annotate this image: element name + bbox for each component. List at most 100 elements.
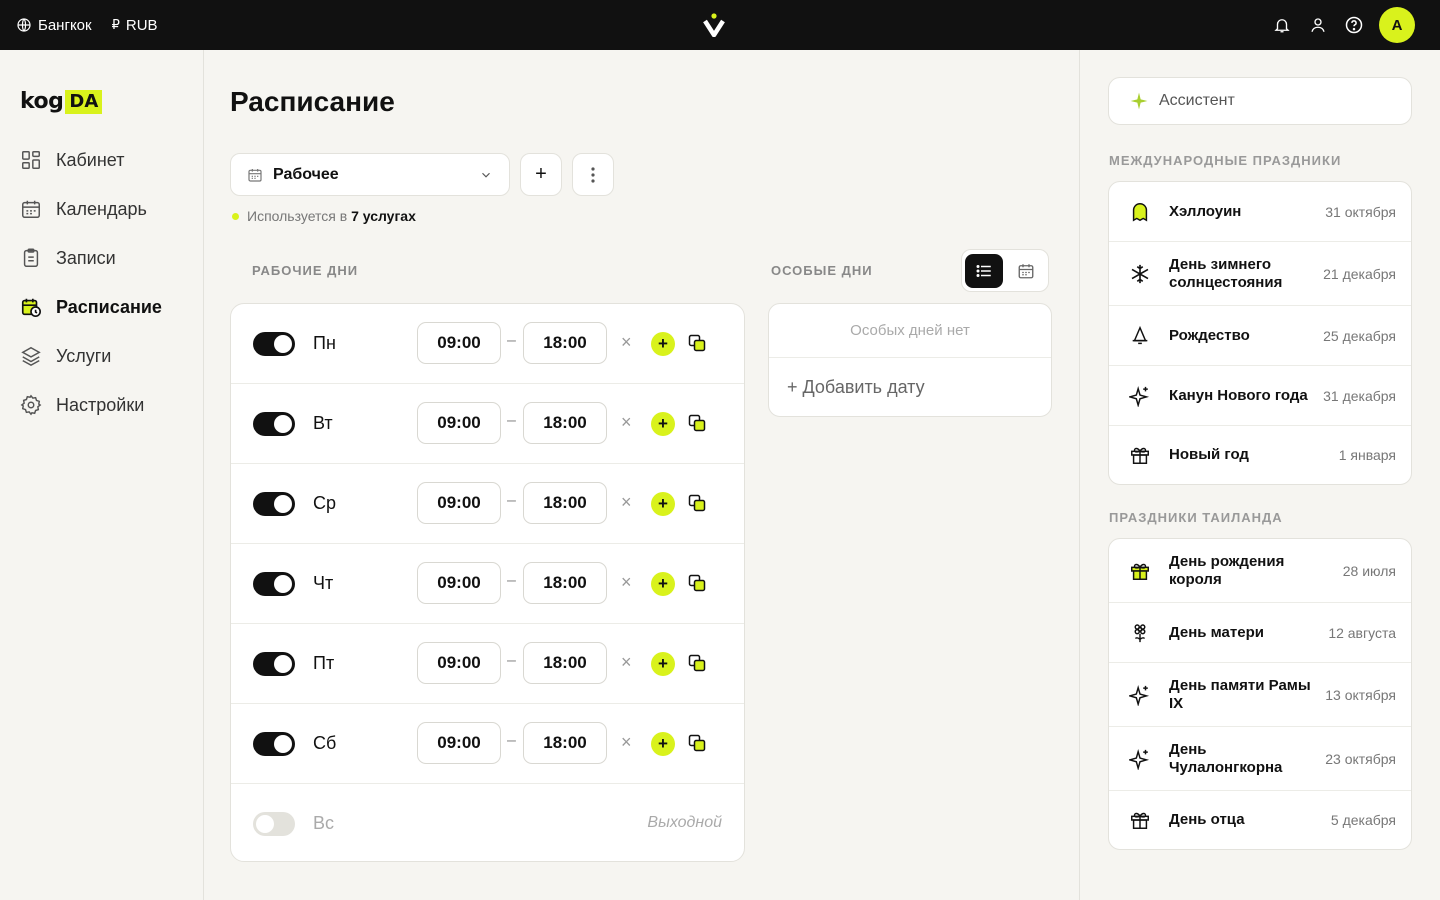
end-time-input[interactable]: 18:00 bbox=[523, 482, 607, 524]
end-time-input[interactable]: 18:00 bbox=[523, 722, 607, 764]
add-interval-button[interactable]: + bbox=[651, 732, 675, 756]
add-interval-button[interactable]: + bbox=[651, 572, 675, 596]
copy-icon[interactable] bbox=[687, 333, 707, 353]
assistant-button[interactable]: Ассистент bbox=[1108, 77, 1412, 125]
intl-holidays-card: Хэллоуин 31 октября День зимнего солнцес… bbox=[1108, 181, 1412, 485]
avatar[interactable]: A bbox=[1379, 7, 1415, 43]
end-time-input[interactable]: 18:00 bbox=[523, 322, 607, 364]
usage-info: Используется в 7 услугах bbox=[232, 208, 416, 224]
globe-icon bbox=[16, 17, 32, 33]
gift-icon bbox=[1129, 560, 1151, 582]
holiday-item[interactable]: Хэллоуин 31 октября bbox=[1109, 182, 1411, 242]
day-row-tue: Вт 09:00 – 18:00 × + bbox=[231, 384, 744, 464]
day-toggle[interactable] bbox=[253, 332, 295, 356]
sidebar: kog DA Кабинет Календарь Записи Расписан… bbox=[0, 50, 204, 900]
clear-interval-icon[interactable]: × bbox=[621, 492, 632, 513]
sidebar-item-cabinet[interactable]: Кабинет bbox=[20, 142, 162, 178]
holiday-item[interactable]: Рождество 25 декабря bbox=[1109, 306, 1411, 366]
clear-interval-icon[interactable]: × bbox=[621, 332, 632, 353]
add-date-button[interactable]: + Добавить дату bbox=[769, 358, 1051, 416]
working-days-card: Пн 09:00 – 18:00 × + Вт 09:00 – 18:00 × … bbox=[230, 303, 745, 862]
clear-interval-icon[interactable]: × bbox=[621, 652, 632, 673]
profile-icon[interactable] bbox=[1307, 14, 1329, 36]
end-time-input[interactable]: 18:00 bbox=[523, 562, 607, 604]
sidebar-item-label: Записи bbox=[56, 247, 116, 268]
day-name: Пт bbox=[313, 653, 335, 673]
day-toggle[interactable] bbox=[253, 492, 295, 516]
holiday-item[interactable]: День рождения короля 28 июля bbox=[1109, 539, 1411, 603]
time-separator: – bbox=[507, 732, 516, 749]
add-interval-button[interactable]: + bbox=[651, 492, 675, 516]
calendar-icon bbox=[1017, 262, 1035, 280]
time-separator: – bbox=[507, 652, 516, 669]
copy-icon[interactable] bbox=[687, 493, 707, 513]
add-interval-button[interactable]: + bbox=[651, 412, 675, 436]
special-days-label: ОСОБЫЕ ДНИ bbox=[771, 263, 873, 278]
holiday-item[interactable]: Канун Нового года 31 декабря bbox=[1109, 366, 1411, 426]
currency-label: RUB bbox=[125, 16, 158, 34]
sidebar-item-services[interactable]: Услуги bbox=[20, 338, 162, 374]
sidebar-item-settings[interactable]: Настройки bbox=[20, 387, 162, 423]
holiday-date: 25 декабря bbox=[1323, 327, 1396, 344]
holiday-item[interactable]: День зимнего солнцестояния 21 декабря bbox=[1109, 242, 1411, 306]
holiday-name: Хэллоуин bbox=[1169, 202, 1242, 220]
currency-selector[interactable]: ₽ RUB bbox=[112, 17, 158, 34]
day-toggle[interactable] bbox=[253, 652, 295, 676]
holiday-item[interactable]: День Чулалонгкорна 23 октября bbox=[1109, 727, 1411, 791]
add-schedule-button[interactable]: + bbox=[520, 153, 562, 196]
calendar-icon bbox=[20, 198, 42, 220]
holiday-date: 28 июля bbox=[1342, 562, 1396, 579]
more-options-button[interactable] bbox=[572, 153, 614, 196]
help-icon[interactable] bbox=[1343, 14, 1365, 36]
day-toggle[interactable] bbox=[253, 732, 295, 756]
copy-icon[interactable] bbox=[687, 733, 707, 753]
holiday-date: 31 декабря bbox=[1323, 387, 1396, 404]
city-selector[interactable]: Бангкок bbox=[16, 17, 92, 34]
brand-mark-icon[interactable] bbox=[703, 13, 725, 37]
start-time-input[interactable]: 09:00 bbox=[417, 402, 501, 444]
logo[interactable]: kog DA bbox=[20, 89, 103, 114]
schedule-select[interactable]: Рабочее bbox=[230, 153, 510, 196]
copy-icon[interactable] bbox=[687, 573, 707, 593]
clear-interval-icon[interactable]: × bbox=[621, 412, 632, 433]
holiday-name: Рождество bbox=[1169, 326, 1250, 344]
sidebar-item-label: Календарь bbox=[56, 198, 147, 219]
start-time-input[interactable]: 09:00 bbox=[417, 482, 501, 524]
clear-interval-icon[interactable]: × bbox=[621, 572, 632, 593]
holiday-item[interactable]: Новый год 1 января bbox=[1109, 426, 1411, 484]
sparkle-icon bbox=[1129, 385, 1151, 407]
holiday-item[interactable]: День памяти Рамы IX 13 октября bbox=[1109, 663, 1411, 727]
end-time-input[interactable]: 18:00 bbox=[523, 642, 607, 684]
day-toggle[interactable] bbox=[253, 412, 295, 436]
copy-icon[interactable] bbox=[687, 413, 707, 433]
clear-interval-icon[interactable]: × bbox=[621, 732, 632, 753]
notifications-bell-icon[interactable] bbox=[1271, 14, 1293, 36]
start-time-input[interactable]: 09:00 bbox=[417, 562, 501, 604]
holiday-date: 12 августа bbox=[1328, 624, 1396, 641]
dashboard-icon bbox=[20, 149, 42, 171]
time-separator: – bbox=[507, 572, 516, 589]
day-toggle[interactable] bbox=[253, 812, 295, 836]
sidebar-item-bookings[interactable]: Записи bbox=[20, 240, 162, 276]
sidebar-item-calendar[interactable]: Календарь bbox=[20, 191, 162, 227]
list-view-button[interactable] bbox=[965, 253, 1003, 288]
calendar-view-button[interactable] bbox=[1007, 254, 1045, 288]
sparkle-icon bbox=[1129, 684, 1151, 706]
sidebar-nav: Кабинет Календарь Записи Расписание Услу… bbox=[20, 142, 162, 423]
sidebar-item-label: Услуги bbox=[56, 345, 112, 366]
status-dot bbox=[232, 212, 239, 220]
holiday-item[interactable]: День отца 5 декабря bbox=[1109, 791, 1411, 849]
add-interval-button[interactable]: + bbox=[651, 652, 675, 676]
start-time-input[interactable]: 09:00 bbox=[417, 642, 501, 684]
start-time-input[interactable]: 09:00 bbox=[417, 322, 501, 364]
sidebar-item-schedule[interactable]: Расписание bbox=[20, 289, 162, 325]
end-time-input[interactable]: 18:00 bbox=[523, 402, 607, 444]
day-name: Ср bbox=[313, 493, 337, 513]
copy-icon[interactable] bbox=[687, 653, 707, 673]
working-days-label: РАБОЧИЕ ДНИ bbox=[252, 263, 359, 278]
day-name: Чт bbox=[313, 573, 334, 593]
day-toggle[interactable] bbox=[253, 572, 295, 596]
start-time-input[interactable]: 09:00 bbox=[417, 722, 501, 764]
holiday-item[interactable]: День матери 12 августа bbox=[1109, 603, 1411, 663]
add-interval-button[interactable]: + bbox=[651, 332, 675, 356]
